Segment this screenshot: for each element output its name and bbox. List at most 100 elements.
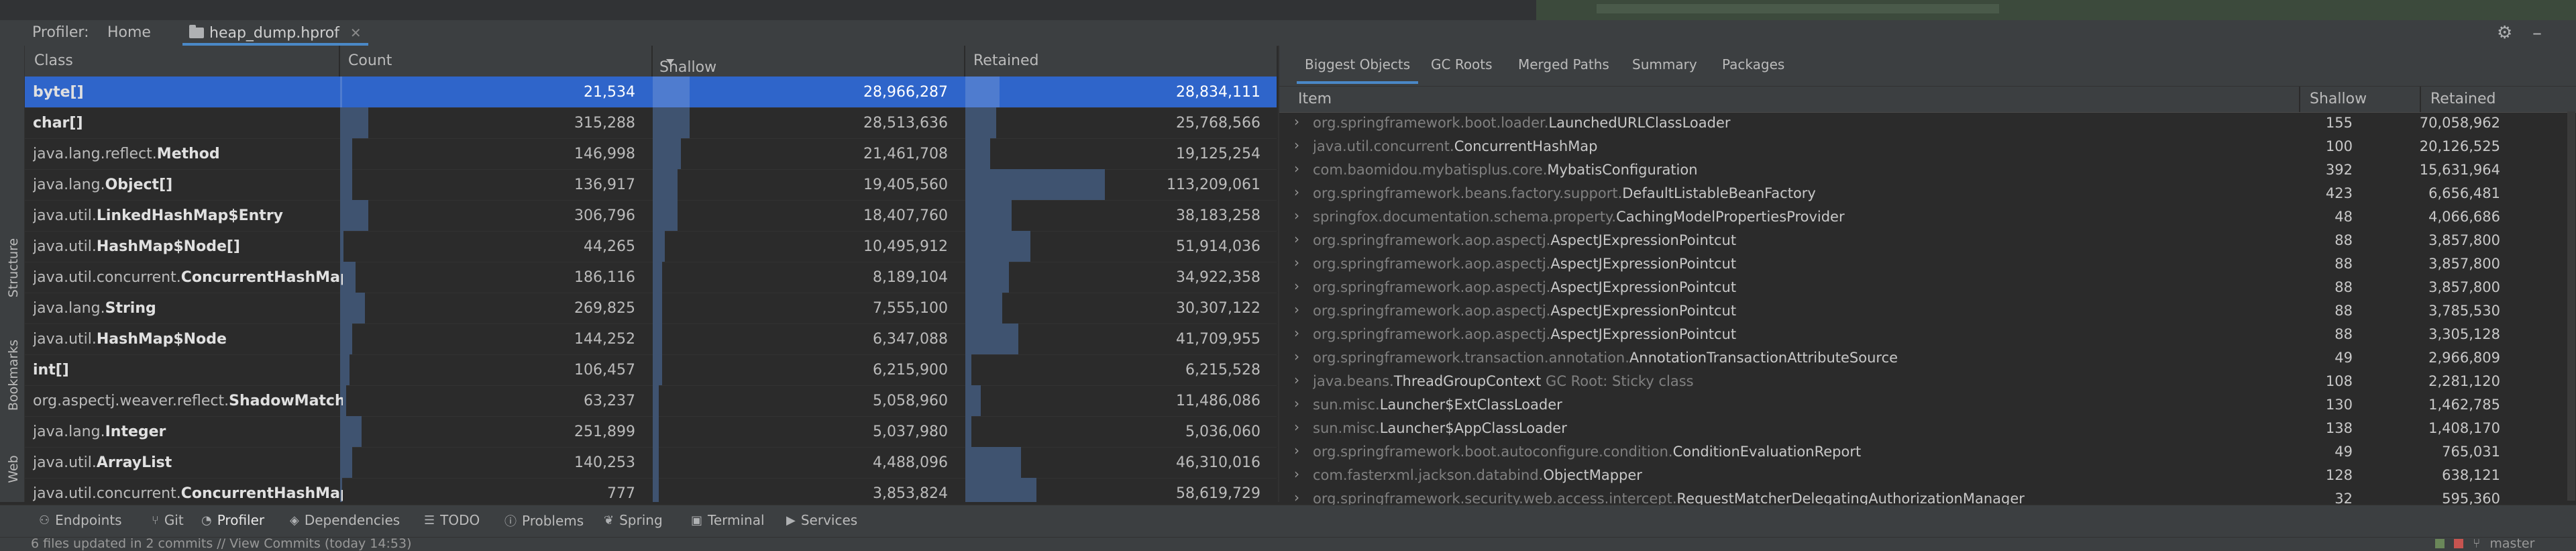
tool-button-problems[interactable]: ⓘ Problems bbox=[504, 512, 584, 530]
chevron-right-icon[interactable]: › bbox=[1294, 466, 1299, 482]
tab-summary[interactable]: Summary bbox=[1632, 56, 1697, 72]
class-simple-name: Object[] bbox=[105, 177, 173, 193]
column-header-count[interactable]: Count bbox=[348, 52, 392, 69]
chevron-right-icon[interactable]: › bbox=[1294, 278, 1299, 294]
column-header-retained[interactable]: Retained bbox=[973, 52, 1039, 69]
chevron-right-icon[interactable]: › bbox=[1294, 301, 1299, 317]
table-row[interactable]: byte[] 21,534 28,966,287 28,834,111 bbox=[25, 77, 1277, 108]
object-row[interactable]: › com.baomidou.mybatisplus.core.MybatisCo… bbox=[1279, 158, 2576, 182]
object-row[interactable]: › org.springframework.aop.aspectj.AspectJ… bbox=[1279, 229, 2576, 252]
tool-button-todo[interactable]: ☰ TODO bbox=[424, 512, 480, 528]
chevron-right-icon[interactable]: › bbox=[1294, 207, 1299, 223]
column-divider[interactable] bbox=[2420, 87, 2421, 112]
biggest-objects-panel: Biggest Objects GC Roots Merged Paths Su… bbox=[1278, 46, 2576, 507]
class-package: java.util. bbox=[33, 238, 97, 255]
table-row[interactable]: char[] 315,288 28,513,636 25,768,566 bbox=[25, 107, 1277, 139]
tab-biggest-objects[interactable]: Biggest Objects bbox=[1296, 56, 1419, 84]
chevron-right-icon[interactable]: › bbox=[1294, 348, 1299, 364]
tool-button-dependencies[interactable]: ◈ Dependencies bbox=[290, 512, 400, 528]
table-row[interactable]: java.lang.String 269,825 7,555,100 30,307,1… bbox=[25, 293, 1277, 324]
column-divider[interactable] bbox=[2299, 87, 2300, 112]
chevron-right-icon[interactable]: › bbox=[1294, 113, 1299, 130]
column-divider[interactable] bbox=[339, 46, 340, 77]
object-package: springfox.documentation.schema.property. bbox=[1313, 209, 1617, 225]
tab-heap-dump[interactable]: heap_dump.hprof ✕ bbox=[182, 20, 368, 46]
table-row[interactable]: java.lang.reflect.Method 146,998 21,461,70… bbox=[25, 138, 1277, 170]
retained-cell: 113,209,061 bbox=[1167, 177, 1260, 193]
tool-button-endpoints[interactable]: ⚇ Endpoints bbox=[39, 512, 122, 528]
object-row[interactable]: › org.springframework.boot.loader.Launche… bbox=[1279, 111, 2576, 135]
tool-button-terminal[interactable]: ▣ Terminal bbox=[691, 512, 765, 528]
table-row[interactable]: java.util.LinkedHashMap$Entry 306,796 18,4… bbox=[25, 200, 1277, 232]
object-row[interactable]: › springfox.documentation.schema.property… bbox=[1279, 205, 2576, 229]
tab-gc-roots[interactable]: GC Roots bbox=[1431, 56, 1493, 72]
status-message[interactable]: 6 files updated in 2 commits // View Com… bbox=[31, 538, 411, 551]
chevron-right-icon[interactable]: › bbox=[1294, 395, 1299, 411]
table-row[interactable]: java.util.HashMap$Node 144,252 6,347,088 41… bbox=[25, 323, 1277, 355]
chevron-right-icon[interactable]: › bbox=[1294, 231, 1299, 247]
minimize-icon[interactable]: – bbox=[2532, 21, 2542, 44]
column-header-shallow[interactable]: Shallow bbox=[2310, 91, 2367, 107]
object-row[interactable]: › sun.misc.Launcher$ExtClassLoader 130 1,46… bbox=[1279, 393, 2576, 417]
class-name-cell: char[] bbox=[33, 115, 343, 132]
column-header-item[interactable]: Item bbox=[1298, 91, 1332, 107]
structure-tool-button[interactable]: Structure bbox=[6, 228, 21, 308]
chevron-right-icon[interactable]: › bbox=[1294, 137, 1299, 153]
column-header-retained[interactable]: Retained bbox=[2430, 91, 2496, 107]
bookmarks-tool-button[interactable]: Bookmarks bbox=[6, 335, 21, 415]
tab-heap-dump-label: heap_dump.hprof bbox=[209, 24, 339, 42]
left-tool-strip: Structure Bookmarks Web bbox=[0, 46, 25, 502]
object-row[interactable]: › org.springframework.aop.aspectj.AspectJ… bbox=[1279, 323, 2576, 346]
tool-button-profiler[interactable]: ◔ Profiler bbox=[195, 505, 270, 538]
git-branch[interactable]: master bbox=[2489, 538, 2534, 551]
object-row[interactable]: › com.fasterxml.jackson.databind.ObjectMa… bbox=[1279, 464, 2576, 487]
object-row[interactable]: › org.springframework.transaction.annotat… bbox=[1279, 346, 2576, 370]
table-row[interactable]: java.util.concurrent.ConcurrentHashMap$S… bbox=[25, 478, 1277, 502]
table-row[interactable]: int[] 106,457 6,215,900 6,215,528 bbox=[25, 354, 1277, 386]
column-divider[interactable] bbox=[964, 46, 965, 77]
tab-packages[interactable]: Packages bbox=[1722, 56, 1784, 72]
web-tool-button[interactable]: Web bbox=[6, 429, 21, 509]
chevron-right-icon[interactable]: › bbox=[1294, 419, 1299, 435]
class-name-cell: java.lang.Object[] bbox=[33, 177, 343, 193]
chevron-right-icon[interactable]: › bbox=[1294, 184, 1299, 200]
shallow-cell: 4,488,096 bbox=[873, 454, 948, 471]
column-header-class[interactable]: Class bbox=[34, 52, 73, 69]
chevron-right-icon[interactable]: › bbox=[1294, 325, 1299, 341]
class-name-cell: java.lang.String bbox=[33, 300, 343, 317]
object-row[interactable]: › org.springframework.aop.aspectj.AspectJ… bbox=[1279, 252, 2576, 276]
tab-merged-paths[interactable]: Merged Paths bbox=[1518, 56, 1609, 72]
chevron-right-icon[interactable]: › bbox=[1294, 160, 1299, 177]
object-row[interactable]: › org.springframework.aop.aspectj.AspectJ… bbox=[1279, 299, 2576, 323]
object-row[interactable]: › org.springframework.boot.autoconfigure.… bbox=[1279, 440, 2576, 464]
table-row[interactable]: java.util.HashMap$Node[] 44,265 10,495,912… bbox=[25, 231, 1277, 262]
table-row[interactable]: java.util.ArrayList 140,253 4,488,096 46,31… bbox=[25, 447, 1277, 479]
object-row[interactable]: › org.springframework.aop.aspectj.AspectJ… bbox=[1279, 276, 2576, 299]
object-row[interactable]: › sun.misc.Launcher$AppClassLoader 138 1,40… bbox=[1279, 417, 2576, 440]
column-divider[interactable] bbox=[651, 46, 653, 77]
gear-icon[interactable]: ⚙ bbox=[2497, 23, 2512, 43]
tool-button-git[interactable]: ⑂ Git bbox=[152, 512, 184, 528]
vertical-scrollbar[interactable] bbox=[2567, 111, 2575, 501]
close-icon[interactable]: ✕ bbox=[350, 25, 362, 41]
object-row[interactable]: › org.springframework.beans.factory.suppo… bbox=[1279, 182, 2576, 205]
tool-button-spring[interactable]: ❦ Spring bbox=[604, 512, 663, 528]
object-item-cell: org.springframework.beans.factory.suppor… bbox=[1313, 185, 2232, 201]
chevron-right-icon[interactable]: › bbox=[1294, 442, 1299, 458]
chevron-right-icon[interactable]: › bbox=[1294, 489, 1299, 505]
plugin-icon[interactable] bbox=[2454, 539, 2463, 548]
object-package: org.springframework.aop.aspectj. bbox=[1313, 256, 1551, 272]
object-class-name: AspectJExpressionPointcut bbox=[1550, 303, 1737, 319]
chevron-right-icon[interactable]: › bbox=[1294, 372, 1299, 388]
object-row[interactable]: › java.util.concurrent.ConcurrentHashMap 1… bbox=[1279, 135, 2576, 158]
object-item-cell: org.springframework.aop.aspectj.AspectJE… bbox=[1313, 303, 2232, 319]
tab-home[interactable]: Home bbox=[107, 24, 151, 41]
tool-button-services[interactable]: ▶ Services bbox=[786, 512, 857, 528]
table-row[interactable]: java.lang.Object[] 136,917 19,405,560 113,2… bbox=[25, 169, 1277, 201]
table-row[interactable]: java.util.concurrent.ConcurrentHashMap$N… bbox=[25, 262, 1277, 293]
table-row[interactable]: java.lang.Integer 251,899 5,037,980 5,036,0… bbox=[25, 416, 1277, 448]
table-row[interactable]: org.aspectj.weaver.reflect.ShadowMatchIm… bbox=[25, 385, 1277, 417]
inspection-icon[interactable] bbox=[2435, 539, 2445, 548]
chevron-right-icon[interactable]: › bbox=[1294, 254, 1299, 270]
object-row[interactable]: › java.beans.ThreadGroupContext GC Root: … bbox=[1279, 370, 2576, 393]
